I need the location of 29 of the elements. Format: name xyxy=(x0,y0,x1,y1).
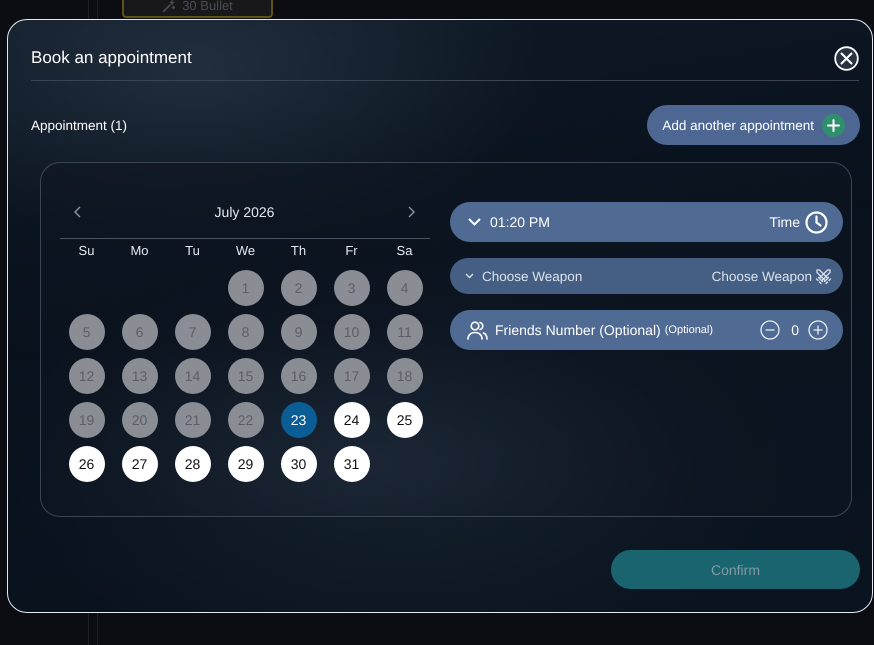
friends-count: 0 xyxy=(791,322,799,338)
plus-icon xyxy=(822,114,845,136)
wand-icon xyxy=(162,0,176,12)
month-label: July 2026 xyxy=(214,204,274,220)
chevron-left-icon[interactable] xyxy=(74,206,81,218)
weekday-label: Th xyxy=(290,243,308,259)
weekday-label: We xyxy=(234,243,256,259)
chevron-down-icon xyxy=(465,273,474,279)
weapon-label: Choose Weapon xyxy=(712,268,812,284)
dialog-title: Book an appointment xyxy=(31,48,192,68)
time-dropdown[interactable]: 01:20 PM xyxy=(468,214,550,230)
friends-label: Friends Number (Optional) xyxy=(495,322,661,338)
weekday-label: Sa xyxy=(396,243,414,259)
weapon-dropdown[interactable]: Choose Weapon xyxy=(465,268,582,284)
time-label: Time xyxy=(769,214,800,230)
add-appointment-button[interactable]: Add another appointment xyxy=(647,105,860,145)
appointment-label: Appointment (1) xyxy=(31,118,128,132)
weekday-label: Su xyxy=(78,243,96,259)
plus-icon[interactable] xyxy=(808,320,828,340)
users-icon xyxy=(467,320,488,340)
clock-icon xyxy=(805,210,828,234)
minus-icon[interactable] xyxy=(760,320,780,340)
crossed-swords-icon xyxy=(815,268,832,284)
weekday-label: Fr xyxy=(344,243,359,259)
weekday-label: Mo xyxy=(129,243,150,259)
chevron-right-icon[interactable] xyxy=(408,206,415,218)
chevron-down-icon xyxy=(468,218,481,226)
weekday-label: Tu xyxy=(184,243,201,259)
optional-note: (Optional) xyxy=(664,324,714,336)
